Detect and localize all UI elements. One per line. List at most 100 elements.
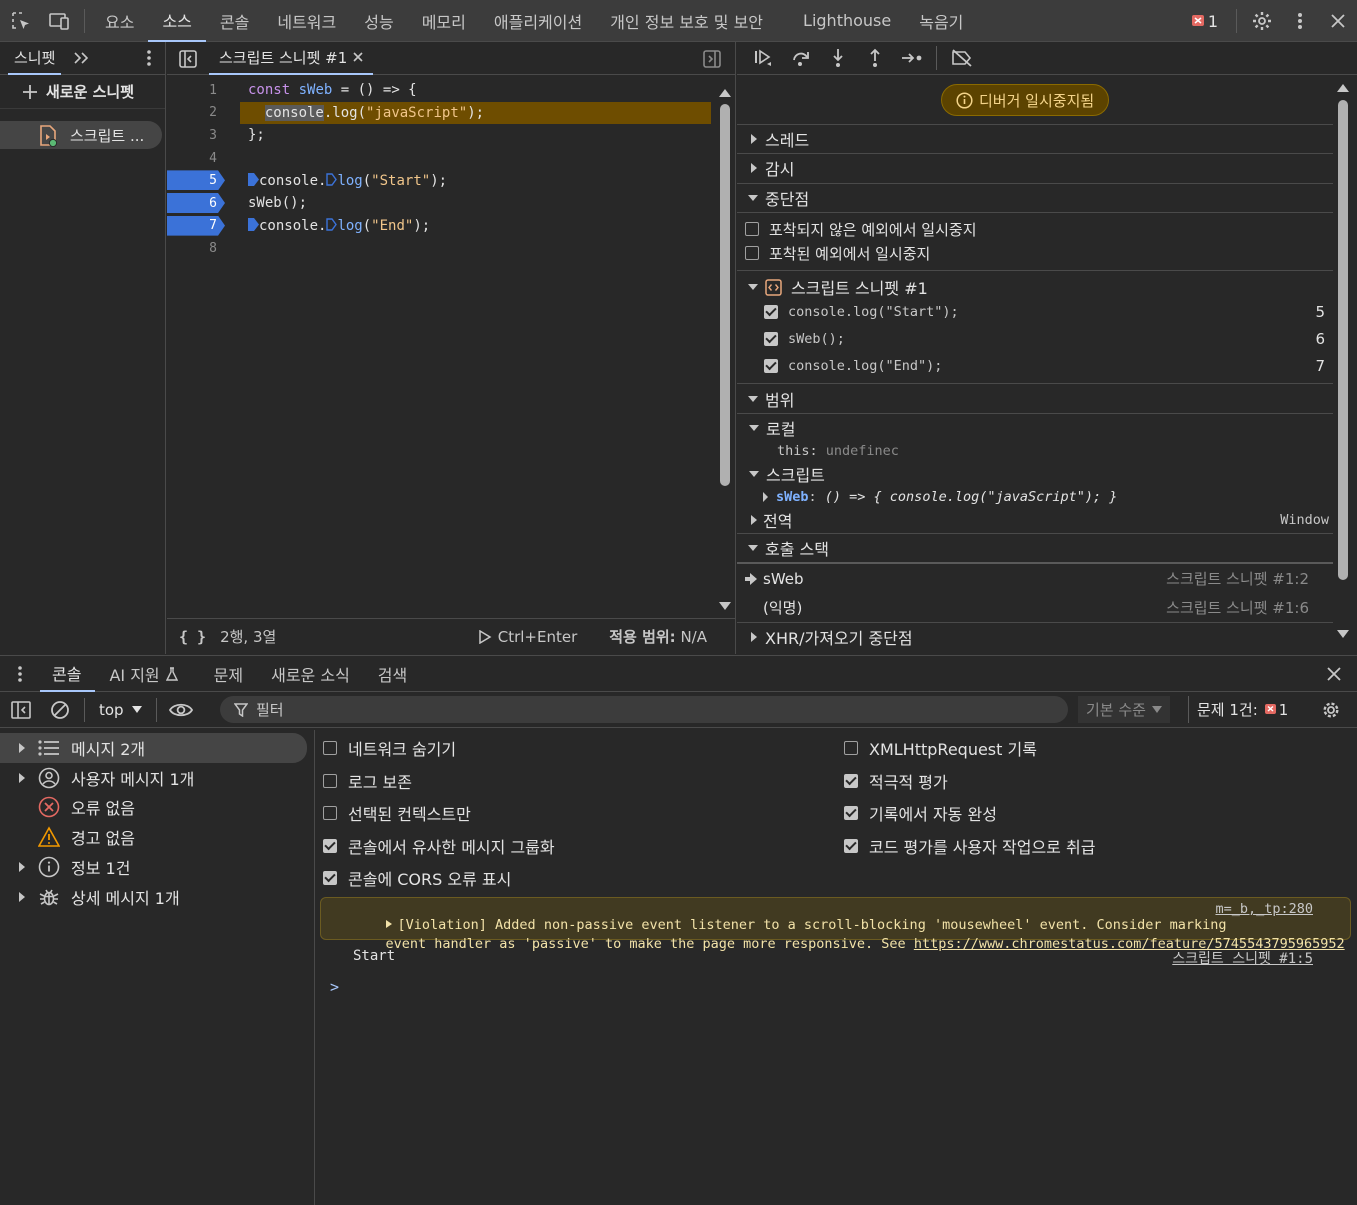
setting-checkbox[interactable] bbox=[844, 838, 858, 853]
code-line[interactable]: 1 const sWeb = () => { bbox=[167, 79, 715, 102]
toggle-sidebar-icon[interactable] bbox=[0, 700, 42, 719]
console-setting-option[interactable]: 네트워크 숨기기 bbox=[323, 737, 456, 759]
console-sidebar-item[interactable]: 사용자 메시지 1개 bbox=[0, 763, 314, 793]
breakpoint-item[interactable]: console.log("Start"); 5 bbox=[737, 300, 1333, 324]
breakpoint-item[interactable]: sWeb(); 6 bbox=[737, 327, 1333, 351]
tab-panel-9[interactable]: 녹음기 bbox=[905, 0, 977, 42]
coverage-status[interactable]: 적용 범위: N/A bbox=[609, 626, 707, 647]
setting-checkbox[interactable] bbox=[844, 773, 858, 788]
scope-this-row[interactable]: this: undefinec bbox=[737, 440, 1333, 462]
code-line[interactable]: 6 sWeb(); bbox=[167, 192, 715, 215]
run-snippet-button[interactable]: Ctrl+Enter bbox=[478, 628, 577, 646]
step-into-icon[interactable] bbox=[819, 42, 856, 75]
console-setting-option[interactable]: 콘솔에서 유사한 메시지 그룹화 bbox=[323, 835, 555, 857]
filter-input[interactable]: 필터 bbox=[220, 696, 1068, 723]
tab-panel-3[interactable]: 네트워크 bbox=[263, 0, 350, 42]
console-setting-option[interactable]: 로그 보존 bbox=[323, 770, 412, 792]
code-line[interactable]: 3}; bbox=[167, 124, 715, 147]
debugger-scrollbar[interactable] bbox=[1337, 82, 1349, 642]
breakpoint-file-group[interactable]: 스크립트 스니펫 #1 bbox=[737, 275, 1333, 299]
tab-panel-6[interactable]: 애플리케이션 bbox=[480, 0, 596, 42]
line-number[interactable]: 5 bbox=[167, 173, 225, 188]
close-tab-icon[interactable] bbox=[353, 52, 363, 62]
code-line[interactable]: 4 bbox=[167, 147, 715, 170]
line-number[interactable]: 4 bbox=[167, 151, 225, 166]
tab-panel-8[interactable]: Lighthouse bbox=[789, 0, 905, 42]
setting-checkbox[interactable] bbox=[844, 806, 858, 820]
section-watch[interactable]: 감시 bbox=[737, 154, 1333, 182]
drawer-tab-0[interactable]: 콘솔 bbox=[40, 656, 96, 692]
console-setting-option[interactable]: 코드 평가를 사용자 작업으로 취급 bbox=[844, 835, 1095, 857]
issues-counter[interactable]: 1 bbox=[1179, 12, 1230, 31]
live-expression-eye-icon[interactable] bbox=[163, 702, 199, 718]
context-selector[interactable]: top bbox=[91, 701, 150, 719]
breakpoint-checkbox[interactable] bbox=[764, 332, 778, 346]
format-braces-icon[interactable]: { } bbox=[179, 628, 206, 646]
toggle-debugger-icon[interactable] bbox=[703, 50, 721, 68]
code-lines[interactable]: 1 const sWeb = () => {2 console.log("java… bbox=[167, 79, 715, 260]
code-line[interactable]: 7 console. log("End"); bbox=[167, 215, 715, 238]
more-menu-icon[interactable] bbox=[1281, 0, 1319, 42]
deactivate-breakpoints-icon[interactable] bbox=[943, 42, 980, 75]
scope-sweb-row[interactable]: sWeb: () => { console.log("javaScript");… bbox=[737, 486, 1333, 508]
step-icon[interactable] bbox=[893, 42, 930, 75]
drawer-tab-3[interactable]: 새로운 소식 bbox=[257, 656, 364, 692]
tab-panel-1[interactable]: 소스 bbox=[148, 0, 206, 42]
expand-triangle-icon[interactable] bbox=[19, 862, 25, 873]
more-tabs-chevron-icon[interactable] bbox=[73, 51, 89, 65]
section-breakpoints[interactable]: 중단점 bbox=[737, 184, 1333, 212]
setting-checkbox[interactable] bbox=[323, 838, 337, 853]
log-source-link[interactable]: 스크립트 스니펫 #1:5 bbox=[1172, 948, 1313, 968]
close-drawer-icon[interactable] bbox=[1327, 667, 1341, 681]
expand-triangle-icon[interactable] bbox=[19, 772, 25, 783]
tab-snippets[interactable]: 스니펫 bbox=[8, 42, 62, 75]
console-setting-option[interactable]: 선택된 컨텍스트만 bbox=[323, 802, 471, 824]
pause-caught-option[interactable]: 포착된 예외에서 일시중지 bbox=[737, 242, 1333, 264]
scope-script[interactable]: 스크립트 bbox=[737, 463, 1333, 485]
console-sidebar-item[interactable]: 정보 1건 bbox=[0, 852, 314, 882]
setting-checkbox[interactable] bbox=[323, 773, 337, 788]
editor-scrollbar[interactable] bbox=[719, 84, 731, 614]
log-level-dropdown[interactable]: 기본 수준 bbox=[1078, 696, 1170, 723]
console-setting-option[interactable]: XMLHttpRequest 기록 bbox=[844, 737, 1037, 759]
scope-global[interactable]: 전역 Window bbox=[737, 509, 1333, 531]
code-line[interactable]: 2 console.log("javaScript"); bbox=[167, 101, 715, 125]
section-threads[interactable]: 스레드 bbox=[737, 125, 1333, 153]
line-number[interactable]: 6 bbox=[167, 196, 225, 211]
section-xhr[interactable]: XHR/가져오기 중단점 bbox=[737, 623, 1333, 651]
resume-icon[interactable] bbox=[745, 42, 782, 75]
section-callstack[interactable]: 호출 스택 bbox=[737, 534, 1333, 562]
tab-panel-5[interactable]: 메모리 bbox=[408, 0, 480, 42]
drawer-tab-4[interactable]: 검색 bbox=[364, 656, 421, 692]
section-scope[interactable]: 범위 bbox=[737, 385, 1333, 413]
pause-caught-checkbox[interactable] bbox=[745, 246, 759, 260]
breakpoint-checkbox[interactable] bbox=[764, 359, 778, 373]
settings-gear-icon[interactable] bbox=[1243, 0, 1281, 42]
console-setting-option[interactable]: 기록에서 자동 완성 bbox=[844, 802, 997, 824]
drawer-tab-1[interactable]: AI 지원 bbox=[95, 656, 191, 692]
line-number[interactable]: 1 bbox=[167, 83, 225, 98]
pause-uncaught-checkbox[interactable] bbox=[745, 222, 759, 236]
console-settings-gear-icon[interactable] bbox=[1321, 700, 1341, 720]
tab-panel-2[interactable]: 콘솔 bbox=[206, 0, 263, 42]
new-snippet-button[interactable]: 새로운 스니펫 bbox=[0, 75, 165, 109]
breakpoint-item[interactable]: console.log("End"); 7 bbox=[737, 354, 1333, 378]
call-frame[interactable]: (익명) 스크립트 스니펫 #1:6 bbox=[737, 593, 1333, 622]
editor-tab[interactable]: 스크립트 스니펫 #1 bbox=[209, 42, 374, 75]
snippet-item[interactable]: 스크립트 ... bbox=[0, 121, 162, 149]
step-over-icon[interactable] bbox=[782, 42, 819, 75]
issues-link[interactable]: 문제 1건: 1 bbox=[1188, 696, 1288, 723]
console-sidebar-item[interactable]: 경고 없음 bbox=[0, 822, 314, 852]
line-number[interactable]: 8 bbox=[167, 241, 225, 256]
close-devtools-icon[interactable] bbox=[1319, 0, 1357, 42]
console-sidebar-item[interactable]: 오류 없음 bbox=[0, 793, 314, 823]
code-line[interactable]: 5 console. log("Start"); bbox=[167, 169, 715, 192]
setting-checkbox[interactable] bbox=[323, 806, 337, 820]
console-sidebar-item[interactable]: 상세 메시지 1개 bbox=[0, 882, 314, 912]
console-sidebar-item[interactable]: 메시지 2개 bbox=[0, 733, 307, 763]
device-toolbar-icon[interactable] bbox=[40, 0, 78, 42]
drawer-menu-icon[interactable] bbox=[0, 665, 40, 682]
clear-console-icon[interactable] bbox=[42, 700, 78, 720]
console-prompt[interactable]: > bbox=[316, 976, 1357, 1000]
pause-uncaught-option[interactable]: 포착되지 않은 예외에서 일시중지 bbox=[737, 218, 1333, 240]
